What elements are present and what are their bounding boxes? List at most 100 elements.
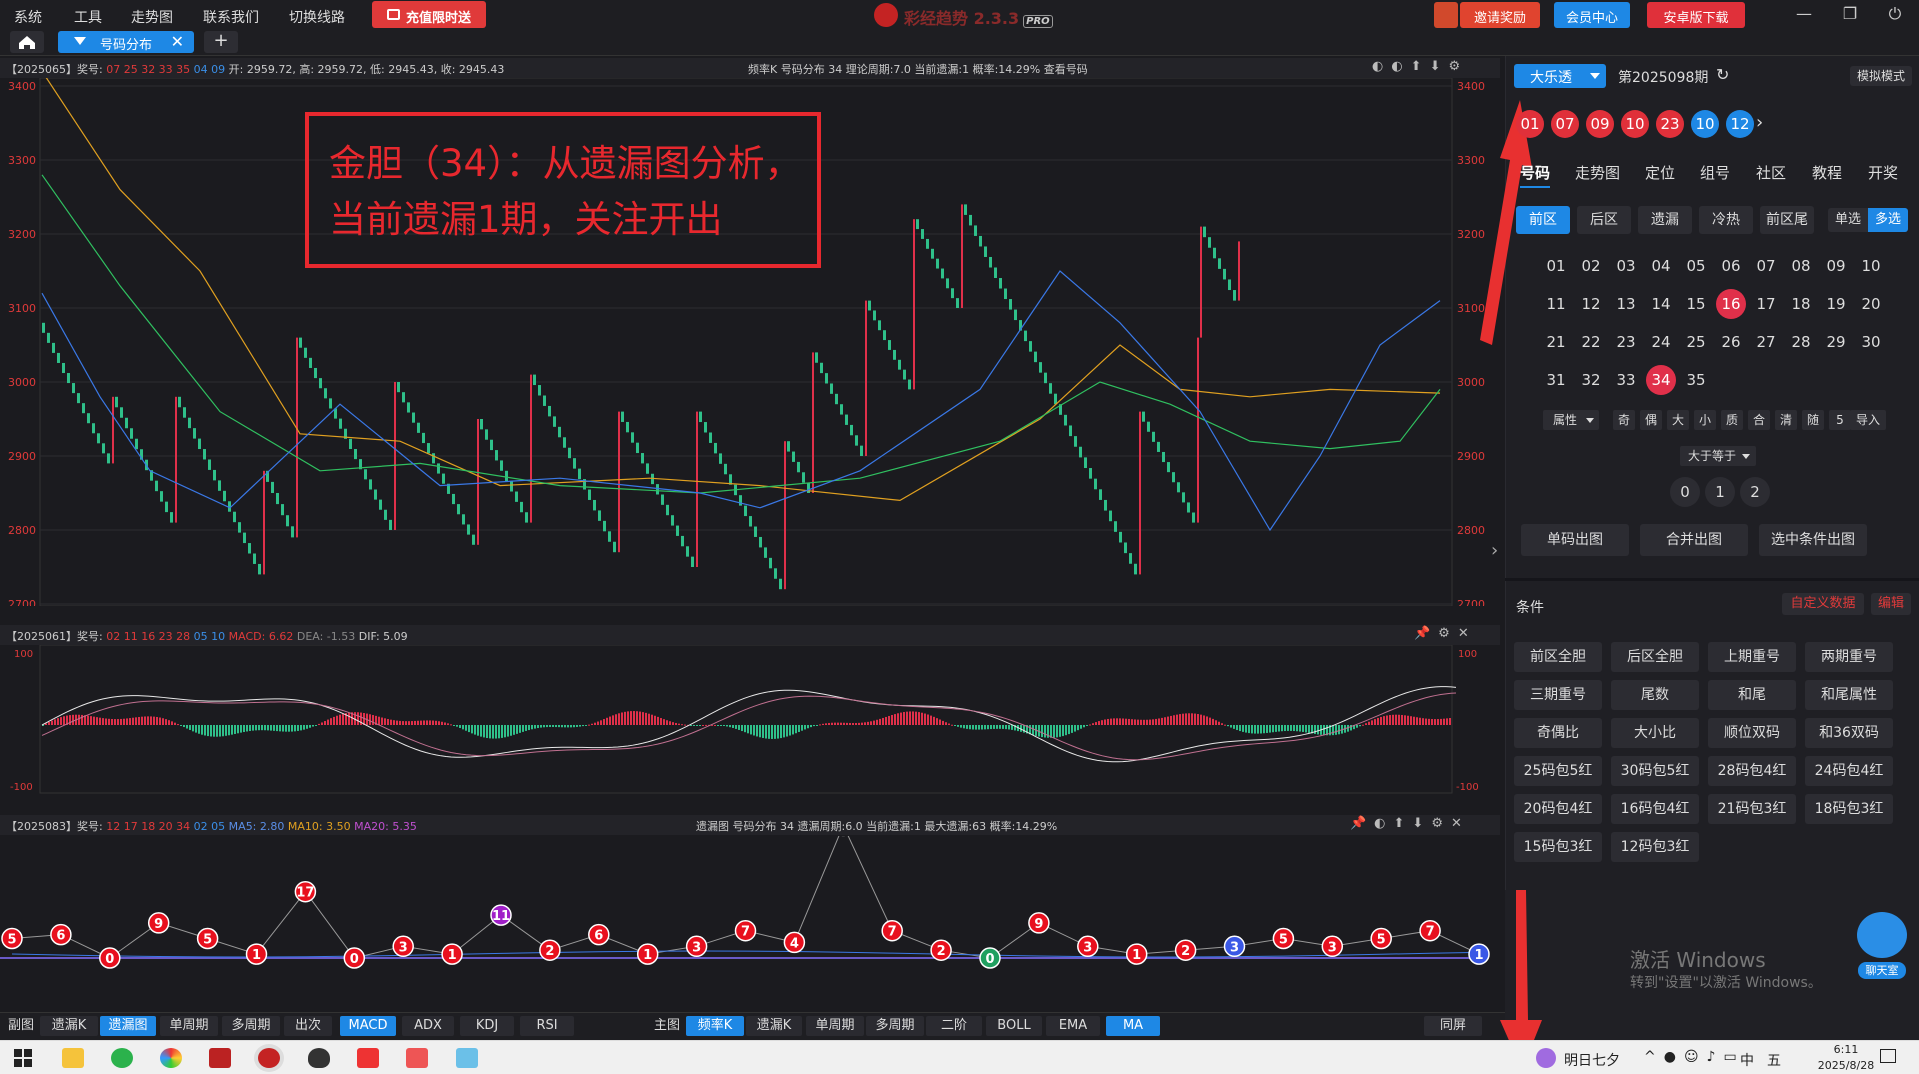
multi-select-button[interactable]: 多选 — [1868, 208, 1908, 232]
number-ball[interactable]: 26 — [1716, 327, 1746, 357]
home-button[interactable] — [10, 31, 44, 53]
ime-indicator[interactable]: 中 — [1740, 1050, 1754, 1070]
refresh-icon[interactable]: ↻ — [1716, 65, 1729, 84]
menu-trend[interactable]: 走势图 — [131, 7, 173, 27]
sub-chart-tab-6[interactable]: ADX — [402, 1016, 454, 1036]
number-ball[interactable]: 07 — [1751, 251, 1781, 281]
action-button-2[interactable]: 选中条件出图 — [1759, 524, 1867, 556]
number-ball[interactable]: 21 — [1541, 327, 1571, 357]
edit-button[interactable]: 编辑 — [1871, 593, 1911, 615]
number-ball[interactable]: 29 — [1821, 327, 1851, 357]
notification-icon[interactable] — [1880, 1049, 1896, 1063]
menu-system[interactable]: 系统 — [14, 7, 42, 27]
condition-button[interactable]: 25码包5红 — [1514, 756, 1602, 786]
restore-icon[interactable]: ❐ — [1839, 4, 1861, 26]
sub-chart-tab-2[interactable]: 单周期 — [160, 1016, 218, 1036]
action-button-0[interactable]: 单码出图 — [1521, 524, 1629, 556]
wechat-icon[interactable] — [111, 1048, 133, 1068]
action-button-1[interactable]: 合并出图 — [1640, 524, 1748, 556]
condition-button[interactable]: 24码包4红 — [1805, 756, 1893, 786]
macd-toolbar-icons[interactable]: 📌⚙✕ — [1414, 626, 1477, 641]
ge-value-button[interactable]: 1 — [1705, 477, 1735, 507]
number-ball[interactable]: 16 — [1716, 289, 1746, 319]
sub-chart-tab-4[interactable]: 出次 — [284, 1016, 332, 1036]
number-ball[interactable]: 12 — [1576, 289, 1606, 319]
condition-button[interactable]: 上期重号 — [1708, 642, 1796, 672]
attr-button-3[interactable]: 小 — [1694, 410, 1716, 430]
close-icon[interactable]: ✕ — [171, 32, 184, 51]
android-download-button[interactable]: 安卓版下载 — [1647, 2, 1745, 28]
sub-chart-tab-1[interactable]: 遗漏图 — [100, 1016, 156, 1036]
zone-tab-2[interactable]: 遗漏 — [1638, 206, 1692, 234]
condition-button[interactable]: 28码包4红 — [1708, 756, 1796, 786]
nav-tab-0[interactable]: 号码 — [1520, 162, 1550, 183]
attr-button-9[interactable]: 导入 — [1850, 410, 1886, 430]
main-chart-tab-6[interactable]: EMA — [1046, 1016, 1100, 1036]
taskbar-clock[interactable]: 6:11 2025/8/28 — [1816, 1043, 1876, 1072]
number-ball[interactable]: 32 — [1576, 365, 1606, 395]
main-chart-tab-5[interactable]: BOLL — [986, 1016, 1042, 1036]
number-ball[interactable]: 11 — [1541, 289, 1571, 319]
number-ball[interactable]: 03 — [1611, 251, 1641, 281]
number-ball[interactable]: 22 — [1576, 327, 1606, 357]
recharge-button[interactable]: 充值限时送 — [372, 1, 486, 28]
number-ball[interactable]: 35 — [1681, 365, 1711, 395]
windows-start-icon[interactable] — [14, 1049, 32, 1067]
app-icon-3[interactable] — [456, 1048, 478, 1068]
sub-chart-tab-7[interactable]: KDJ — [460, 1016, 514, 1036]
main-chart-tab-4[interactable]: 二阶 — [926, 1016, 982, 1036]
zone-tab-4[interactable]: 前区尾 — [1760, 206, 1814, 234]
app-icon-1[interactable] — [209, 1048, 231, 1068]
attr-button-4[interactable]: 质 — [1721, 410, 1743, 430]
number-ball[interactable]: 01 — [1541, 251, 1571, 281]
condition-button[interactable]: 16码包4红 — [1611, 794, 1699, 824]
condition-button[interactable]: 和尾属性 — [1805, 680, 1893, 710]
app-icon-2[interactable] — [406, 1048, 428, 1068]
menu-tools[interactable]: 工具 — [74, 7, 102, 27]
condition-button[interactable]: 尾数 — [1611, 680, 1699, 710]
chat-room-button[interactable]: 聊天室 — [1858, 962, 1906, 979]
add-tab-button[interactable]: + — [204, 31, 238, 53]
attribute-select[interactable]: 属性 — [1543, 410, 1599, 430]
condition-button[interactable]: 18码包3红 — [1805, 794, 1893, 824]
condition-button[interactable]: 三期重号 — [1514, 680, 1602, 710]
condition-button[interactable]: 和尾 — [1708, 680, 1796, 710]
number-ball[interactable]: 14 — [1646, 289, 1676, 319]
tray-icons[interactable]: ^●☺♪▭ — [1644, 1049, 1745, 1065]
member-center-button[interactable]: 会员中心 — [1554, 2, 1630, 28]
menu-switch-line[interactable]: 切换线路 — [289, 7, 345, 27]
attr-button-7[interactable]: 随 — [1802, 410, 1824, 430]
number-ball[interactable]: 23 — [1611, 327, 1641, 357]
sub-chart-tab-3[interactable]: 多周期 — [222, 1016, 280, 1036]
number-ball[interactable]: 30 — [1856, 327, 1886, 357]
nav-tab-2[interactable]: 定位 — [1645, 162, 1675, 183]
attr-button-8[interactable]: 5 — [1829, 410, 1851, 430]
zone-tab-1[interactable]: 后区 — [1577, 206, 1631, 234]
chat-icon[interactable] — [1857, 912, 1907, 958]
nav-tab-6[interactable]: 开奖 — [1868, 162, 1898, 183]
number-ball[interactable]: 08 — [1786, 251, 1816, 281]
number-ball[interactable]: 02 — [1576, 251, 1606, 281]
number-ball[interactable]: 13 — [1611, 289, 1641, 319]
number-ball[interactable]: 33 — [1611, 365, 1641, 395]
invite-button[interactable]: 邀请奖励 — [1460, 2, 1540, 28]
attr-button-6[interactable]: 清 — [1775, 410, 1797, 430]
number-ball[interactable]: 24 — [1646, 327, 1676, 357]
condition-button[interactable]: 奇偶比 — [1514, 718, 1602, 748]
number-ball[interactable]: 20 — [1856, 289, 1886, 319]
number-ball[interactable]: 06 — [1716, 251, 1746, 281]
condition-button[interactable]: 两期重号 — [1805, 642, 1893, 672]
sub-chart-tab-0[interactable]: 遗漏K — [40, 1016, 98, 1036]
caijing-app-icon[interactable] — [258, 1048, 280, 1068]
main-chart-tab-3[interactable]: 多周期 — [866, 1016, 924, 1036]
menu-contact[interactable]: 联系我们 — [203, 7, 259, 27]
condition-button[interactable]: 20码包4红 — [1514, 794, 1602, 824]
condition-button[interactable]: 和36双码 — [1805, 718, 1893, 748]
condition-button[interactable]: 30码包5红 — [1611, 756, 1699, 786]
nav-tab-5[interactable]: 教程 — [1812, 162, 1842, 183]
ge-value-button[interactable]: 0 — [1670, 477, 1700, 507]
number-ball[interactable]: 05 — [1681, 251, 1711, 281]
number-ball[interactable]: 28 — [1786, 327, 1816, 357]
file-explorer-icon[interactable] — [62, 1048, 84, 1068]
ime-mode-indicator[interactable]: 五 — [1767, 1050, 1781, 1070]
